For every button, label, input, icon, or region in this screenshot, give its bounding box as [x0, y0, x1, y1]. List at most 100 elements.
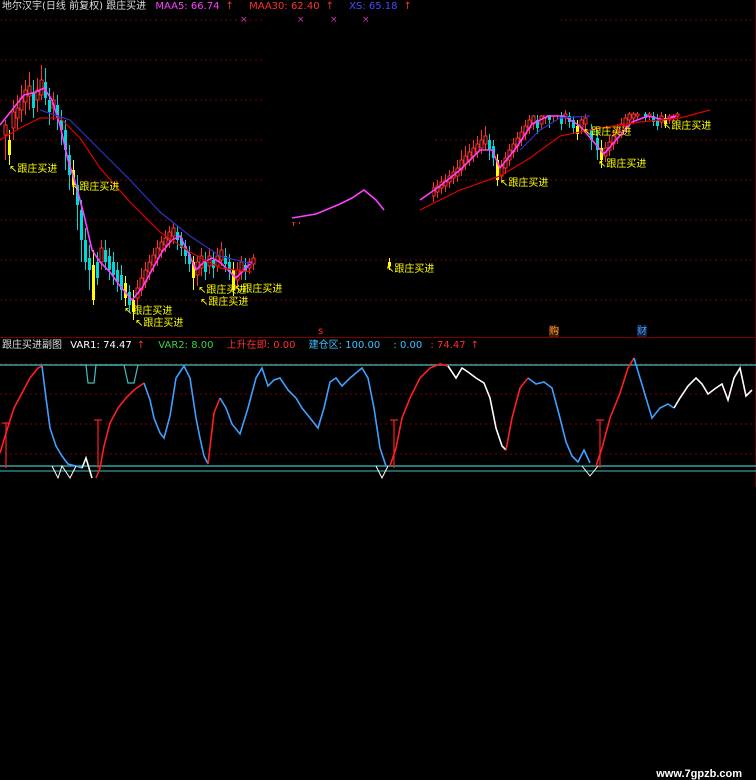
var1-line [447, 365, 507, 451]
candle-body [92, 265, 95, 300]
var1-line [505, 377, 529, 451]
var1-value: VAR1: 74.47 [70, 340, 132, 351]
buy-signal-label: ↖跟庄买进 [71, 182, 120, 193]
candle-body [483, 135, 488, 145]
indicator-chart[interactable] [0, 338, 756, 487]
maa5-legend: MAA5: 66.74 ↑ [155, 1, 240, 12]
buy-signal-label: ↖跟庄买进 [9, 164, 58, 175]
var1-line [207, 397, 221, 465]
chart-title: 地尔汉宇(日线 前复权) 跟庄买进 [2, 1, 147, 12]
maa30-line [0, 117, 253, 273]
candle-body [163, 237, 168, 246]
buy-signal-label: ↖跟庄买进 [598, 159, 647, 170]
event-marker-gou[interactable]: 购 [549, 327, 559, 337]
var1-line [633, 357, 675, 420]
candle-body [479, 139, 484, 149]
var2-legend: VAR2: 8.00 [158, 340, 218, 351]
candle-body [80, 210, 83, 240]
xs-arrow-icon: ↑ [403, 1, 412, 12]
candle-body [204, 262, 207, 272]
var1-bottom-noise [375, 465, 389, 480]
candle-body [11, 111, 16, 129]
var1-bottom-noise [51, 464, 77, 480]
maa30-value: MAA30: 62.40 [249, 1, 320, 12]
event-marker-s[interactable]: s [318, 327, 323, 337]
uptrend-value: 上升在即: 0.00 [226, 340, 296, 351]
zero-value: : 0.00 [393, 340, 423, 351]
buy-signal-label: ↖跟庄买进 [200, 297, 249, 308]
candle-body [112, 262, 115, 275]
maa30-legend: MAA30: 62.40 ↑ [249, 1, 340, 12]
var2-value: VAR2: 8.00 [158, 340, 214, 351]
candle-body [39, 79, 44, 96]
buy-signal-label: ↖跟庄买进 [583, 127, 632, 138]
var1-line [595, 357, 635, 467]
var1-line [143, 364, 209, 465]
uptrend-legend: 上升在即: 0.00 [227, 340, 301, 351]
candle-body [219, 249, 224, 261]
buy-signal-label: ↖跟庄买进 [124, 306, 173, 317]
var1-line [41, 365, 83, 469]
candle-body [488, 140, 491, 150]
candle-body [251, 257, 256, 265]
candle-body [627, 113, 632, 121]
candle-body [48, 100, 51, 112]
candle-body [560, 116, 563, 124]
candle-body [583, 117, 588, 125]
var1-legend: VAR1: 74.47 ↑ [70, 340, 150, 351]
top-marker: × [362, 15, 370, 25]
candle-body [155, 247, 160, 259]
jiancang-legend: 建仓区: 100.00 [309, 340, 386, 351]
candle-body [635, 113, 640, 117]
candle-body [32, 92, 35, 108]
var1-line [389, 363, 449, 467]
candle-body [84, 240, 87, 262]
sub-chart-pane[interactable]: 跟庄买进副图 VAR1: 74.47 ↑ VAR2: 8.00 上升在即: 0.0… [0, 338, 756, 780]
chart-gap-mask [262, 0, 432, 222]
top-marker: × [330, 15, 338, 25]
last-value: : 74.47 ↑ [430, 340, 479, 351]
main-chart-pane[interactable]: × × × × 地尔汉宇(日线 前复权) 跟庄买进 MAA5: 66.74 ↑ MAA3… [0, 0, 756, 338]
watermark: www.7gpzb.com [656, 768, 742, 780]
buy-signal-label: ↖跟庄买进 [234, 284, 283, 295]
candle-body [207, 255, 212, 267]
sub-chart-header: 跟庄买进副图 VAR1: 74.47 ↑ VAR2: 8.00 上升在即: 0.0… [2, 340, 489, 352]
candle-body [99, 247, 104, 263]
candle-body [8, 140, 11, 155]
candle-body [108, 256, 111, 270]
var1-line [81, 455, 93, 479]
level-bump-line [80, 364, 139, 384]
xs-value: XS: 65.18 [349, 1, 398, 12]
var1-line [527, 377, 591, 464]
jiancang-value: 建仓区: 100.00 [308, 340, 381, 351]
candle-body [159, 241, 164, 251]
candle-body [3, 124, 8, 136]
main-chart-header: 地尔汉宇(日线 前复权) 跟庄买进 MAA5: 66.74 ↑ MAA30: 62… [2, 1, 424, 13]
candle-body [88, 258, 91, 270]
var1-arrow-icon: ↑ [136, 340, 146, 351]
var1-line [95, 382, 145, 479]
xs-legend: XS: 65.18 ↑ [349, 1, 418, 12]
top-marker: × [297, 15, 305, 25]
maa30-arrow-icon: ↑ [325, 1, 334, 12]
last-arrow-icon: ↑ [470, 340, 479, 351]
candle-body [151, 254, 156, 266]
candle-body [675, 113, 680, 117]
sub-chart-title: 跟庄买进副图 [2, 340, 62, 351]
var1-line [673, 365, 753, 409]
candle-body [147, 261, 152, 273]
candle-body [96, 262, 99, 278]
candle-body [631, 113, 636, 119]
maa5-arrow-icon: ↑ [225, 1, 234, 12]
maa5-value: MAA5: 66.74 [155, 1, 220, 12]
buy-signal-label: ↖跟庄买进 [135, 318, 184, 329]
chart-gap-mask [432, 0, 560, 115]
top-marker: × [240, 15, 248, 25]
candle-body [104, 250, 107, 262]
event-marker-cai[interactable]: 财 [637, 327, 647, 337]
var1-line [349, 366, 387, 467]
candle-body [15, 107, 20, 119]
buy-signal-label: ↖跟庄买进 [500, 178, 549, 189]
candle-body [23, 89, 28, 103]
buy-signal-label: ↖跟庄买进 [663, 121, 712, 132]
